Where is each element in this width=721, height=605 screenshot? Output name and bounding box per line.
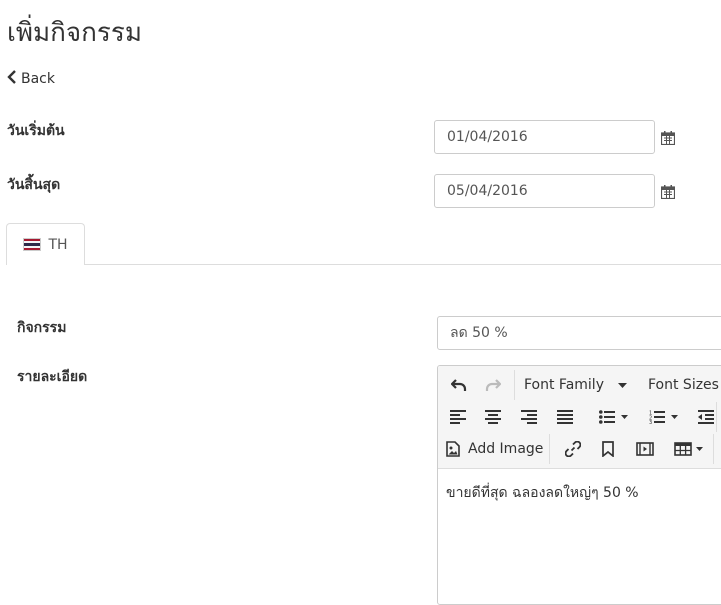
numbered-list-icon[interactable]: 123 — [643, 404, 683, 430]
end-date-input[interactable]: 05/04/2016 — [434, 174, 655, 208]
activity-input[interactable]: ลด 50 % — [437, 316, 721, 350]
bullet-list-icon[interactable] — [593, 404, 633, 430]
svg-text:3: 3 — [649, 420, 652, 424]
image-icon — [446, 441, 460, 457]
video-icon[interactable] — [631, 436, 659, 462]
activity-label: กิจกรรม — [17, 320, 67, 336]
back-label: Back — [21, 71, 55, 87]
toolbar-separator — [713, 434, 714, 464]
editor-content[interactable]: ขายดีที่สุด ฉลองลดใหญ่ๆ 50 % — [446, 482, 639, 504]
add-image-button[interactable]: Add Image — [446, 436, 543, 462]
calendar-icon[interactable] — [660, 130, 676, 149]
start-date-label: วันเริ่มต้น — [7, 123, 65, 139]
detail-label: รายละเอียด — [17, 369, 88, 385]
page-title: เพิ่มกิจกรรม — [7, 18, 142, 48]
rich-text-editor[interactable]: Font Family Font Sizes 123 Add Image ขาย… — [437, 365, 721, 605]
tab-th[interactable]: TH — [6, 223, 85, 265]
add-image-label: Add Image — [468, 441, 544, 457]
redo-icon[interactable] — [480, 372, 506, 398]
toolbar-separator — [716, 402, 717, 432]
calendar-icon[interactable] — [660, 184, 676, 203]
table-icon[interactable] — [670, 436, 706, 462]
end-date-label: วันสิ้นสุด — [7, 177, 61, 193]
back-link[interactable]: Back — [7, 70, 55, 88]
bookmark-icon[interactable] — [595, 436, 621, 462]
thailand-flag-icon — [23, 238, 42, 251]
tab-label: TH — [48, 236, 68, 253]
font-sizes-dropdown[interactable]: Font Sizes — [648, 372, 719, 398]
align-justify-icon[interactable] — [553, 404, 577, 430]
font-sizes-label: Font Sizes — [648, 377, 719, 393]
align-left-icon[interactable] — [446, 404, 470, 430]
tab-divider — [6, 264, 721, 265]
link-icon[interactable] — [560, 436, 586, 462]
undo-icon[interactable] — [446, 372, 472, 398]
editor-toolbar: Font Family Font Sizes 123 Add Image — [438, 366, 721, 469]
font-family-label: Font Family — [524, 377, 604, 393]
toolbar-separator — [514, 370, 515, 400]
align-right-icon[interactable] — [517, 404, 541, 430]
chevron-left-icon — [7, 70, 17, 88]
outdent-icon[interactable] — [694, 404, 718, 430]
font-family-dropdown[interactable]: Font Family — [524, 372, 627, 398]
toolbar-separator — [549, 434, 550, 464]
start-date-input[interactable]: 01/04/2016 — [434, 120, 655, 154]
caret-down-icon — [617, 382, 627, 388]
align-center-icon[interactable] — [481, 404, 505, 430]
